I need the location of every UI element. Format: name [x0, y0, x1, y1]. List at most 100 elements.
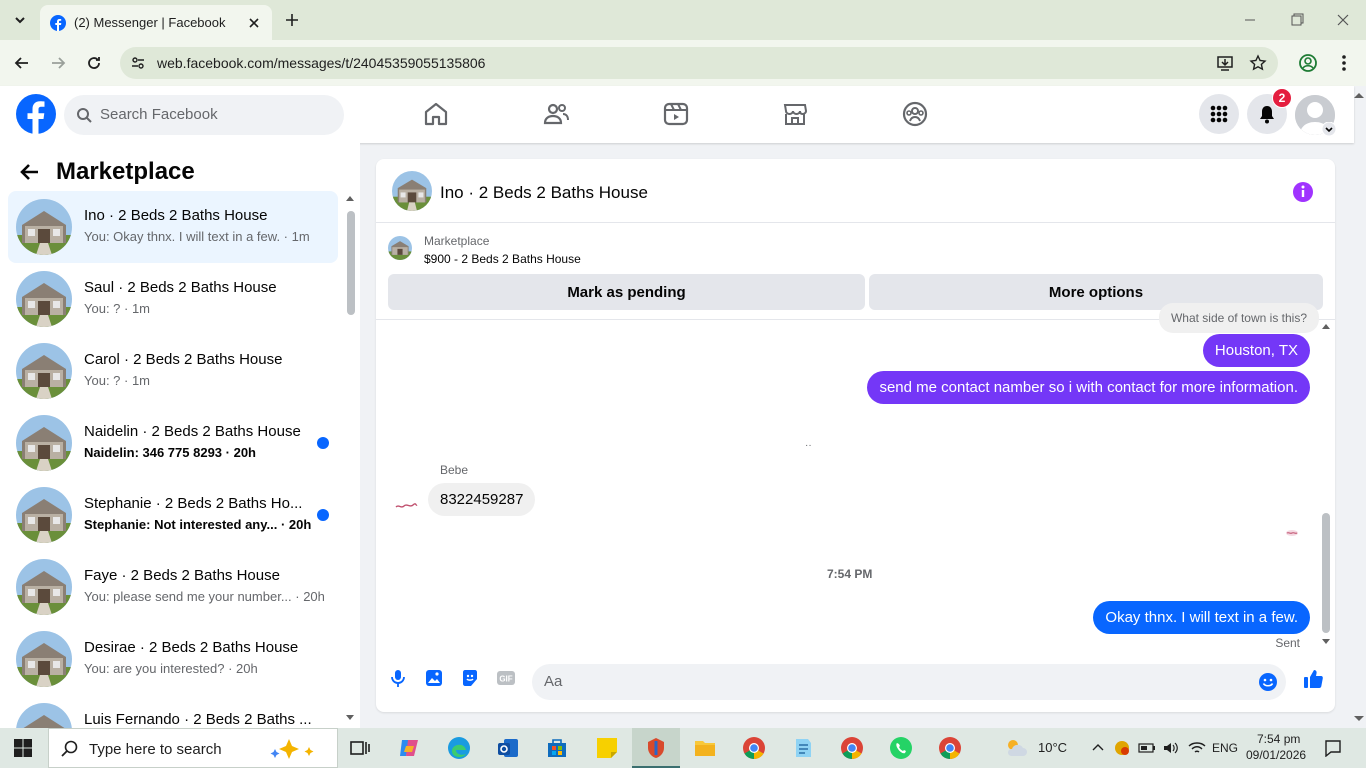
chat-title[interactable]: Ino · 2 Beds 2 Baths House: [440, 183, 648, 203]
facebook-logo-icon[interactable]: [16, 94, 56, 134]
chevron-down-icon: [15, 17, 25, 24]
taskbar-search-input[interactable]: Type here to search: [48, 728, 338, 768]
conversation-item[interactable]: Faye · 2 Beds 2 Baths House You: please s…: [8, 551, 338, 623]
edge-icon[interactable]: [447, 736, 471, 760]
emoji-icon[interactable]: [1258, 672, 1278, 692]
scroll-up-icon[interactable]: [1322, 323, 1330, 329]
scroll-down-icon[interactable]: [1322, 639, 1330, 645]
conversation-name: Ino · 2 Beds 2 Baths House: [84, 207, 268, 224]
url-text: web.facebook.com/messages/t/240453590551…: [157, 55, 486, 71]
mark-as-pending-button[interactable]: Mark as pending: [388, 274, 865, 310]
forward-icon[interactable]: [48, 53, 68, 73]
search-highlight-icon: [270, 739, 314, 759]
account-chevron-icon[interactable]: [1322, 122, 1336, 136]
search-icon: [77, 108, 92, 123]
notepad-icon[interactable]: [791, 736, 815, 760]
video-icon[interactable]: [662, 100, 690, 128]
listing-thumbnail[interactable]: [388, 236, 412, 260]
facebook-search-input[interactable]: Search Facebook: [64, 95, 344, 135]
site-info-icon[interactable]: [130, 55, 146, 71]
task-view-icon[interactable]: [348, 736, 372, 760]
photo-icon[interactable]: [424, 668, 444, 688]
conversation-item[interactable]: Desirae · 2 Beds 2 Baths House You: are y…: [8, 623, 338, 695]
close-window-icon[interactable]: [1333, 10, 1353, 30]
menu-button[interactable]: [1199, 94, 1239, 134]
listing-title[interactable]: $900 - 2 Beds 2 Baths House: [424, 252, 581, 266]
chat-scrollbar[interactable]: [1320, 321, 1332, 653]
scroll-up-icon[interactable]: [346, 195, 354, 201]
conversation-name: Carol · 2 Beds 2 Baths House: [84, 351, 283, 368]
conversation-thumbnail: [16, 631, 72, 687]
house-thumbnail-icon: [16, 559, 72, 615]
file-explorer-icon[interactable]: [693, 736, 717, 760]
chrome-profile-icon[interactable]: [938, 736, 962, 760]
friends-icon[interactable]: [542, 100, 570, 128]
house-thumbnail-icon: [16, 199, 72, 255]
gif-icon[interactable]: GIF: [496, 668, 516, 688]
outlook-icon[interactable]: [496, 736, 520, 760]
message-bubble-outgoing: Okay thnx. I will text in a few.: [1093, 601, 1310, 634]
tab-title: (2) Messenger | Facebook: [74, 15, 226, 30]
home-icon[interactable]: [422, 100, 450, 128]
page-scroll-down-icon[interactable]: [1354, 716, 1364, 722]
groups-icon[interactable]: [901, 100, 929, 128]
weather-temp[interactable]: 10°C: [1038, 740, 1067, 755]
message-bubble-incoming: What side of town is this?: [1158, 303, 1319, 333]
clock-date[interactable]: 09/01/2026: [1246, 748, 1306, 762]
message-input[interactable]: Aa: [532, 664, 1286, 700]
thumbs-up-icon[interactable]: [1302, 668, 1324, 690]
active-app-highlight[interactable]: [632, 728, 680, 768]
chrome-icon[interactable]: [742, 736, 766, 760]
conversation-name: Faye · 2 Beds 2 Baths House: [84, 567, 280, 584]
language-indicator[interactable]: ENG: [1212, 741, 1238, 755]
new-tab-icon[interactable]: [282, 10, 302, 30]
tab-search-button[interactable]: [8, 8, 32, 32]
notification-center-icon[interactable]: [1324, 739, 1342, 757]
address-bar[interactable]: web.facebook.com/messages/t/240453590551…: [120, 47, 1278, 79]
whatsapp-icon[interactable]: [889, 736, 913, 760]
unread-dot-icon: [317, 437, 329, 449]
sticker-icon[interactable]: [460, 668, 480, 688]
reload-icon[interactable]: [84, 53, 104, 73]
clock-time[interactable]: 7:54 pm: [1257, 732, 1300, 746]
restore-icon[interactable]: [1287, 10, 1307, 30]
windows-start-icon[interactable]: [14, 739, 32, 757]
bookmark-star-icon[interactable]: [1249, 54, 1267, 72]
house-thumbnail-icon: [16, 415, 72, 471]
info-icon[interactable]: [1292, 181, 1314, 203]
install-app-icon[interactable]: [1216, 54, 1234, 72]
conversation-item[interactable]: Ino · 2 Beds 2 Baths House You: Okay thnx…: [8, 191, 338, 263]
wifi-icon[interactable]: [1188, 740, 1206, 756]
back-icon[interactable]: [12, 53, 32, 73]
back-arrow-icon[interactable]: [20, 162, 40, 182]
read-receipt-avatar-icon: [1286, 530, 1298, 536]
copilot-icon[interactable]: [397, 736, 421, 760]
microsoft-store-icon[interactable]: [545, 736, 569, 760]
browser-tab[interactable]: (2) Messenger | Facebook: [40, 5, 272, 40]
close-tab-icon[interactable]: [246, 15, 262, 31]
conversation-item[interactable]: Stephanie · 2 Beds 2 Baths Ho... Stephani…: [8, 479, 338, 551]
browser-menu-icon[interactable]: [1334, 53, 1354, 73]
security-tray-icon[interactable]: [1114, 740, 1130, 756]
page-scroll-up-icon[interactable]: [1354, 92, 1364, 98]
chevron-up-icon[interactable]: [1092, 742, 1104, 754]
conversation-item[interactable]: Saul · 2 Beds 2 Baths House You: ? · 1m: [8, 263, 338, 335]
chrome-profile-icon[interactable]: [840, 736, 864, 760]
microphone-icon[interactable]: [388, 668, 408, 688]
weather-icon[interactable]: [1004, 736, 1028, 760]
conversation-item[interactable]: Naidelin · 2 Beds 2 Baths House Naidelin:…: [8, 407, 338, 479]
volume-icon[interactable]: [1162, 740, 1180, 756]
minimize-icon[interactable]: [1240, 10, 1260, 30]
sidebar-scrollbar[interactable]: [344, 193, 356, 723]
sidebar-scroll-thumb[interactable]: [347, 211, 355, 315]
sender-avatar-icon[interactable]: [392, 492, 420, 520]
sticky-notes-icon[interactable]: [595, 736, 619, 760]
chat-avatar[interactable]: [392, 171, 432, 211]
battery-icon[interactable]: [1138, 740, 1156, 756]
marketplace-icon[interactable]: [781, 100, 809, 128]
profile-icon[interactable]: [1298, 53, 1318, 73]
scroll-down-icon[interactable]: [346, 715, 354, 721]
conversation-item[interactable]: Carol · 2 Beds 2 Baths House You: ? · 1m: [8, 335, 338, 407]
chat-scroll-thumb[interactable]: [1322, 513, 1330, 633]
conversation-thumbnail: [16, 271, 72, 327]
